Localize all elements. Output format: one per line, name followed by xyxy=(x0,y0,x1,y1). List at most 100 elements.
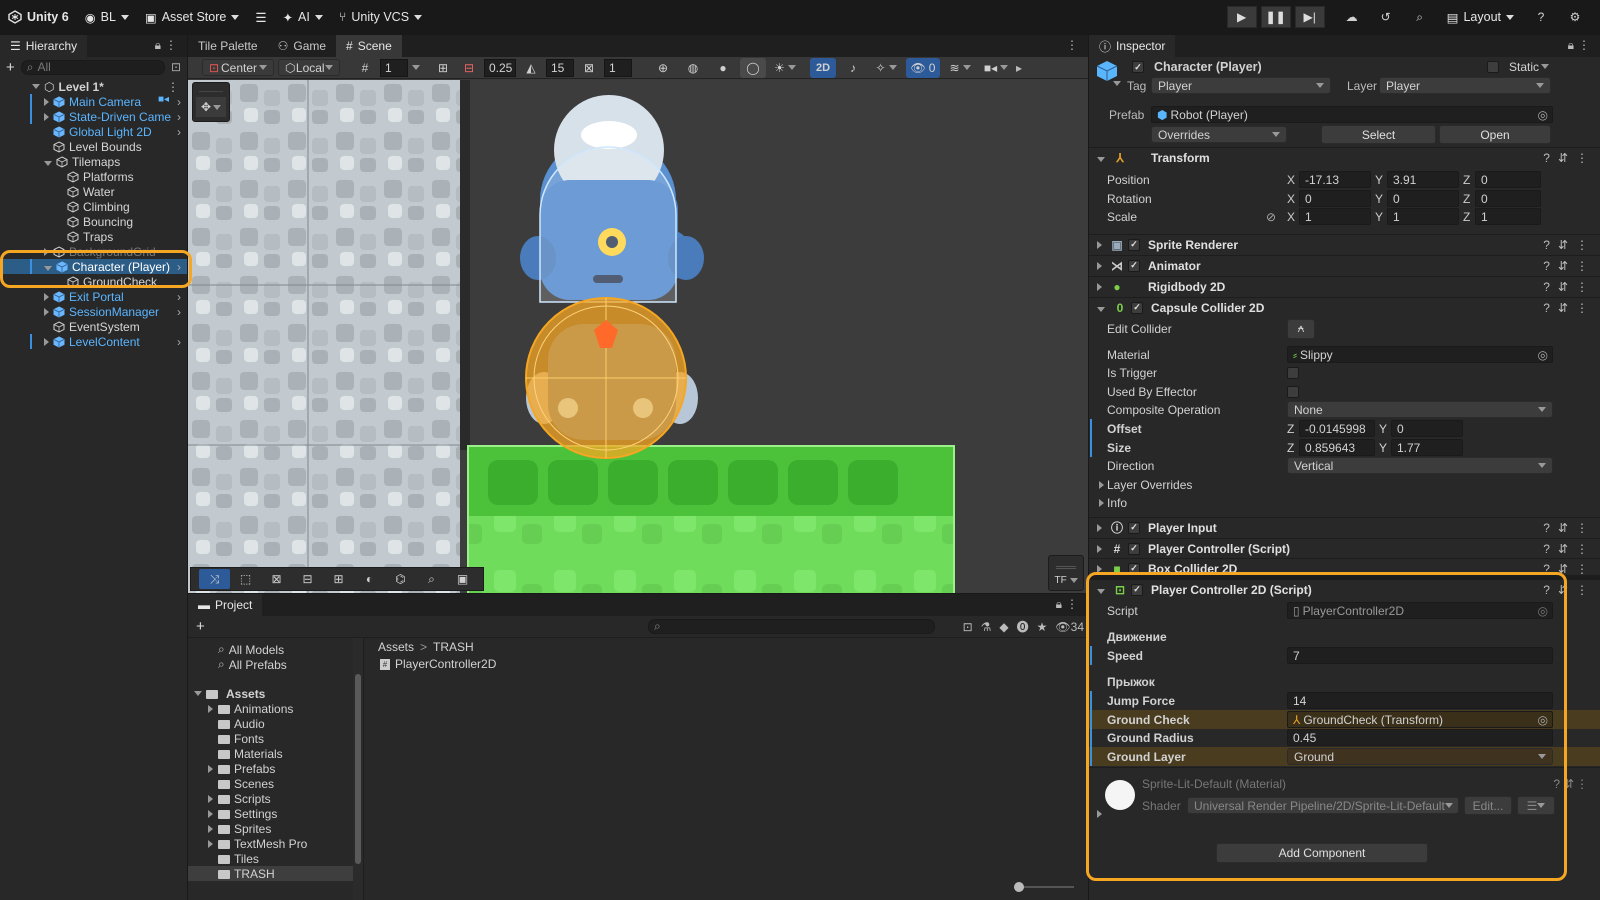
scene-canvas[interactable]: ✥ ⤨ ⬚ ⊠ ⊟ ⊞ ◐ ⌬ ⌕ ▣ TF xyxy=(188,80,1088,593)
folder-item[interactable]: Tiles xyxy=(188,851,354,866)
help-icon[interactable]: ? xyxy=(1543,238,1550,252)
animator-header[interactable]: ⋊ ✓ Animator? ⇵ ⋮ xyxy=(1089,255,1600,275)
tag-icon[interactable]: ◆ xyxy=(999,620,1008,634)
direction-dropdown[interactable]: Vertical xyxy=(1287,457,1553,474)
overflow-icon[interactable]: ▸ xyxy=(1016,61,1022,75)
preset-icon[interactable]: ⇵ xyxy=(1558,280,1568,294)
position-x-field[interactable]: -17.13 xyxy=(1299,171,1371,188)
zoom-slider[interactable] xyxy=(1014,882,1074,892)
hierarchy-search-input[interactable]: ⌕ All xyxy=(20,59,165,75)
shaded-sphere-button[interactable]: ● xyxy=(710,58,736,78)
scale-y-field[interactable]: 1 xyxy=(1387,208,1459,225)
unity-menu[interactable]: Unity 6 xyxy=(0,6,77,28)
audio-toggle-button[interactable]: ♪ xyxy=(840,58,866,78)
expand-arrow-icon[interactable] xyxy=(1097,544,1102,553)
preset-icon[interactable]: ⇵ xyxy=(1558,151,1568,165)
more-icon[interactable]: ⋮ xyxy=(1576,542,1588,556)
tool-brush[interactable]: ⊟ xyxy=(292,569,323,589)
gizmo-center-button[interactable]: ⊕ xyxy=(650,58,676,78)
position-y-field[interactable]: 3.91 xyxy=(1387,171,1459,188)
expand-arrow-icon[interactable] xyxy=(44,337,49,346)
more-icon[interactable]: ⋮ xyxy=(1576,301,1588,315)
expand-arrow-icon[interactable] xyxy=(44,97,49,106)
move-snap-field[interactable]: 0.25 xyxy=(484,58,516,77)
chevron-right-icon[interactable]: › xyxy=(177,335,181,349)
camera-button[interactable]: ■◂ xyxy=(980,58,1012,78)
hierarchy-item[interactable]: Global Light 2D › xyxy=(0,124,187,139)
static-dropdown[interactable]: Static xyxy=(1503,58,1555,75)
expand-arrow-icon[interactable] xyxy=(1097,282,1102,291)
active-checkbox[interactable]: ✓ xyxy=(1132,61,1144,73)
add-icon[interactable]: + xyxy=(196,618,205,635)
object-name-field[interactable]: Character (Player) xyxy=(1149,58,1482,75)
asset-store-dropdown[interactable]: ▣ Asset Store xyxy=(137,6,247,28)
hierarchy-item[interactable]: Tilemaps xyxy=(0,154,187,169)
more-icon[interactable]: ⋮ xyxy=(1576,151,1588,165)
player-controller-header[interactable]: # ✓ Player Controller (Script)? ⇵ ⋮ xyxy=(1089,538,1600,558)
expand-arrow-icon[interactable] xyxy=(208,704,213,713)
folder-item[interactable]: Prefabs xyxy=(188,761,354,776)
scene-root[interactable]: ⬡ Level 1* ⋮ xyxy=(32,79,187,94)
help-icon[interactable]: ? xyxy=(1543,542,1550,556)
icon-dropdown-icon[interactable] xyxy=(1113,81,1121,86)
component-enabled-checkbox[interactable]: ✓ xyxy=(1128,259,1140,272)
more-icon[interactable]: ⋮ xyxy=(167,80,179,94)
folder-item[interactable]: Animations xyxy=(188,701,354,716)
tool-rect-select[interactable]: ⬚ xyxy=(230,569,261,589)
folder-item[interactable]: Scripts xyxy=(188,791,354,806)
hierarchy-item[interactable]: Level Bounds xyxy=(0,139,187,154)
scale-snap-field[interactable]: 1 xyxy=(604,58,632,77)
more-icon[interactable]: ⋮ xyxy=(1576,777,1588,791)
size-x-field[interactable]: 0.859643 xyxy=(1299,439,1375,456)
help-button[interactable]: ? xyxy=(1526,6,1556,28)
expand-arrow-icon[interactable] xyxy=(44,112,49,121)
target-icon[interactable]: ◎ xyxy=(1538,108,1548,122)
folder-item[interactable]: Fonts xyxy=(188,731,354,746)
mode-2d-button[interactable]: 2D xyxy=(810,57,836,78)
pivot-dropdown[interactable]: ⊡ Center xyxy=(202,59,274,76)
assets-root[interactable]: Assets xyxy=(194,686,265,701)
tab-hierarchy[interactable]: ☰ Hierarchy xyxy=(0,35,88,57)
step-button[interactable]: ▶| xyxy=(1294,6,1325,28)
player-input-header[interactable]: ⓘ ✓ Player Input? ⇵ ⋮ xyxy=(1089,517,1600,537)
layers-button[interactable]: ≋ xyxy=(944,58,976,78)
hierarchy-item[interactable]: LevelContent › xyxy=(0,334,187,349)
breadcrumb-trash[interactable]: TRASH xyxy=(433,640,474,654)
select-button[interactable]: Select xyxy=(1321,125,1436,144)
tab-inspector[interactable]: ⓘ Inspector xyxy=(1089,35,1176,57)
breadcrumb-assets[interactable]: Assets xyxy=(378,640,414,654)
shading-globe-button[interactable]: ◍ xyxy=(680,58,706,78)
hierarchy-item[interactable]: Traps xyxy=(0,229,187,244)
add-icon[interactable]: + xyxy=(6,59,15,76)
view-tool-overlay[interactable]: ✥ xyxy=(192,82,230,122)
tab-scene[interactable]: # Scene xyxy=(336,35,402,57)
more-icon[interactable]: ⋮ xyxy=(1578,38,1590,52)
tab-tile-palette[interactable]: Tile Palette xyxy=(188,35,268,57)
file-item[interactable]: # PlayerController2D xyxy=(364,656,1088,672)
material-field[interactable]: ⸗ Slippy ◎ xyxy=(1287,346,1553,363)
hierarchy-item[interactable]: Water xyxy=(0,184,187,199)
offset-x-field[interactable]: -0.0145998 xyxy=(1299,420,1375,437)
collapse-arrow-icon[interactable] xyxy=(1097,156,1105,162)
account-dropdown[interactable]: ◉ BL xyxy=(77,6,137,28)
composite-dropdown[interactable]: None xyxy=(1287,401,1553,418)
folder-item[interactable]: TextMesh Pro xyxy=(188,836,354,851)
favorite-item[interactable]: ⌕ All Prefabs xyxy=(218,657,287,672)
hierarchy-item[interactable]: Exit Portal › xyxy=(0,289,187,304)
chevron-right-icon[interactable]: › xyxy=(177,305,181,319)
overrides-dropdown[interactable]: Overrides xyxy=(1151,126,1287,143)
more-icon[interactable]: ⋮ xyxy=(1576,259,1588,273)
preset-icon[interactable]: ⇵ xyxy=(1558,521,1568,535)
expand-arrow-icon[interactable] xyxy=(208,839,213,848)
expand-arrow-icon[interactable] xyxy=(32,84,40,89)
scale-z-field[interactable]: 1 xyxy=(1475,208,1541,225)
expand-arrow-icon[interactable] xyxy=(1097,240,1102,249)
favorite-item[interactable]: ⌕ All Models xyxy=(218,642,284,657)
component-enabled-checkbox[interactable]: ✓ xyxy=(1128,542,1140,555)
settings-button[interactable]: ⚙ xyxy=(1560,6,1590,28)
scene-filter-icon[interactable]: ⊡ xyxy=(171,60,181,74)
filter-type-icon[interactable]: ⊡ xyxy=(963,620,973,634)
collapse-arrow-icon[interactable] xyxy=(44,160,52,166)
hierarchy-item[interactable]: Platforms xyxy=(0,169,187,184)
collapse-arrow-icon[interactable] xyxy=(194,691,202,696)
